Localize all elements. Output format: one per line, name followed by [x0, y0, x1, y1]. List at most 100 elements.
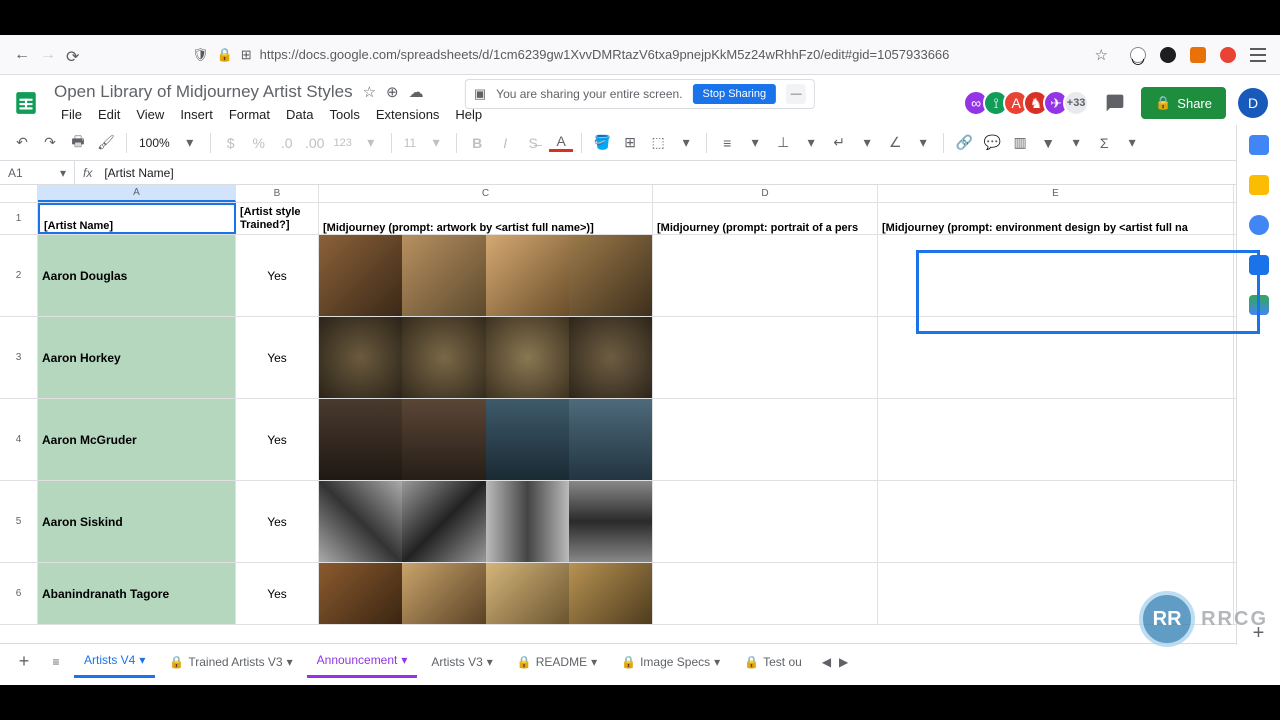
cell[interactable] [878, 481, 1234, 562]
cell[interactable] [653, 481, 878, 562]
redo-icon[interactable]: ↷ [38, 131, 62, 155]
column-header-a[interactable]: A [38, 185, 236, 202]
pocket-icon[interactable]: ◡ [1130, 47, 1146, 63]
document-title[interactable]: Open Library of Midjourney Artist Styles [54, 82, 353, 102]
sheet-tab-active[interactable]: Artists V4 ▾ [74, 645, 155, 678]
trained-cell[interactable]: Yes [236, 317, 319, 398]
column-header-d[interactable]: D [653, 185, 878, 202]
calendar-icon[interactable] [1249, 135, 1269, 155]
tab-scroll-right-icon[interactable]: ▶ [839, 655, 848, 669]
header-trained[interactable]: [Artist style Trained?] [236, 203, 319, 234]
row-number[interactable]: 2 [0, 235, 38, 316]
header-artist-name[interactable]: [Artist Name] [38, 203, 236, 234]
currency-icon[interactable]: $ [219, 131, 243, 155]
borders-icon[interactable]: ⊞ [618, 131, 642, 155]
header-artwork[interactable]: [Midjourney (prompt: artwork by <artist … [319, 203, 653, 234]
menu-edit[interactable]: Edit [91, 104, 127, 125]
percent-icon[interactable]: % [247, 131, 271, 155]
select-all-corner[interactable] [0, 185, 38, 202]
row-number[interactable]: 4 [0, 399, 38, 480]
decrease-decimal-icon[interactable]: .0 [275, 131, 299, 155]
tab-scroll-left-icon[interactable]: ◀ [822, 655, 831, 669]
menu-insert[interactable]: Insert [173, 104, 220, 125]
stop-sharing-button[interactable]: Stop Sharing [693, 84, 777, 104]
tasks-icon[interactable] [1249, 215, 1269, 235]
menu-data[interactable]: Data [279, 104, 320, 125]
sheet-tab[interactable]: 🔒Trained Artists V3 ▾ [159, 647, 302, 677]
nav-forward-icon[interactable]: → [40, 47, 56, 63]
add-sheet-button[interactable]: + [10, 651, 38, 672]
print-icon[interactable]: 🖶 [66, 131, 90, 155]
menu-file[interactable]: File [54, 104, 89, 125]
shield-icon[interactable]: 🛡 [192, 47, 209, 63]
column-header-e[interactable]: E [878, 185, 1234, 202]
keep-icon[interactable] [1249, 175, 1269, 195]
artwork-cell[interactable] [319, 317, 653, 398]
artwork-cell[interactable] [319, 481, 653, 562]
nav-back-icon[interactable]: ← [14, 47, 30, 63]
cell[interactable] [653, 317, 878, 398]
extension-icon-3[interactable] [1220, 47, 1236, 63]
undo-icon[interactable]: ↶ [10, 131, 34, 155]
header-portrait[interactable]: [Midjourney (prompt: portrait of a pers [653, 203, 878, 234]
menu-icon[interactable] [1250, 48, 1266, 62]
name-box[interactable]: A1▾ [0, 161, 75, 184]
artwork-cell[interactable] [319, 399, 653, 480]
maps-icon[interactable] [1249, 295, 1269, 315]
reload-icon[interactable]: ⟳ [66, 47, 82, 63]
trained-cell[interactable]: Yes [236, 481, 319, 562]
all-sheets-icon[interactable]: ≡ [42, 655, 70, 669]
row-number[interactable]: 6 [0, 563, 38, 624]
text-color-icon[interactable]: A [549, 134, 573, 152]
extension-icon-2[interactable] [1190, 47, 1206, 63]
trained-cell[interactable]: Yes [236, 399, 319, 480]
chevron-down-icon[interactable]: ▾ [178, 131, 202, 155]
menu-extensions[interactable]: Extensions [369, 104, 447, 125]
star-icon[interactable]: ☆ [363, 83, 376, 101]
comment-history-icon[interactable] [1101, 89, 1129, 117]
menu-format[interactable]: Format [222, 104, 277, 125]
sheets-logo-icon[interactable] [8, 81, 44, 125]
menu-tools[interactable]: Tools [322, 104, 366, 125]
column-header-b[interactable]: B [236, 185, 319, 202]
cell[interactable] [653, 563, 878, 624]
cell[interactable] [653, 399, 878, 480]
zoom-select[interactable]: 100% [135, 134, 174, 152]
cell[interactable] [878, 317, 1234, 398]
cell[interactable] [878, 399, 1234, 480]
row-number[interactable]: 3 [0, 317, 38, 398]
increase-decimal-icon[interactable]: .00 [303, 131, 327, 155]
permissions-icon[interactable]: ⊞ [241, 47, 252, 63]
menu-view[interactable]: View [129, 104, 171, 125]
share-button[interactable]: 🔒 Share [1141, 87, 1226, 119]
filter-icon[interactable]: ▼ [1036, 131, 1060, 155]
link-icon[interactable]: 🔗 [952, 131, 976, 155]
wrap-icon[interactable]: ↵ [827, 131, 851, 155]
cell[interactable] [878, 235, 1234, 316]
collaborator-avatars[interactable]: ∞ ⟟ A ♞ ✈ +33 [969, 90, 1089, 116]
row-number[interactable]: 1 [0, 203, 38, 234]
artist-name-cell[interactable]: Aaron Horkey [38, 317, 236, 398]
functions-icon[interactable]: Σ [1092, 131, 1116, 155]
url-text[interactable]: https://docs.google.com/spreadsheets/d/1… [260, 47, 1087, 62]
font-size[interactable]: 11 [400, 134, 420, 152]
artist-name-cell[interactable]: Aaron Douglas [38, 235, 236, 316]
rotate-icon[interactable]: ∠ [883, 131, 907, 155]
cloud-status-icon[interactable]: ☁ [409, 83, 424, 101]
row-number[interactable]: 5 [0, 481, 38, 562]
merge-icon[interactable]: ⬚ [646, 131, 670, 155]
artwork-cell[interactable] [319, 235, 653, 316]
italic-icon[interactable]: I [493, 131, 517, 155]
chart-icon[interactable]: ▥ [1008, 131, 1032, 155]
paint-format-icon[interactable]: 🖌 [94, 131, 118, 155]
bookmark-star-icon[interactable]: ☆ [1095, 46, 1108, 64]
header-environment[interactable]: [Midjourney (prompt: environment design … [878, 203, 1234, 234]
cell[interactable] [653, 235, 878, 316]
trained-cell[interactable]: Yes [236, 235, 319, 316]
sheet-tab[interactable]: Announcement ▾ [307, 645, 418, 678]
move-icon[interactable]: ⊕ [386, 83, 399, 101]
extension-icon[interactable] [1160, 47, 1176, 63]
trained-cell[interactable]: Yes [236, 563, 319, 624]
v-align-icon[interactable]: ⊥ [771, 131, 795, 155]
sheet-tab[interactable]: 🔒README ▾ [507, 647, 607, 677]
